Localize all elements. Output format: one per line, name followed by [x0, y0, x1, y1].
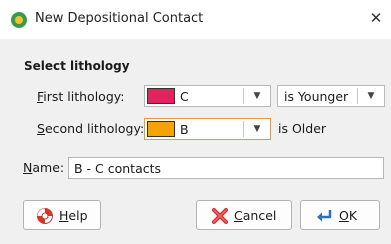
name-field[interactable] — [74, 161, 374, 176]
dialog-body: Select lithology First lithology: C ▼ is… — [0, 39, 391, 244]
first-relation-value: is Younger — [284, 89, 349, 104]
app-icon — [11, 12, 27, 28]
cancel-button-label: Cancel — [234, 208, 277, 223]
second-lithology-label: Second lithology: — [37, 121, 145, 136]
help-button-label: Help — [59, 208, 88, 223]
ok-button-label: OK — [339, 208, 358, 223]
section-heading: Select lithology — [24, 59, 130, 73]
name-label: Name: — [23, 160, 65, 175]
ok-button[interactable]: OK — [300, 200, 380, 230]
return-arrow-icon — [317, 210, 332, 222]
chevron-down-icon[interactable]: ▼ — [358, 86, 384, 106]
second-relation-text: is Older — [278, 121, 327, 136]
cancel-x-icon — [212, 208, 228, 224]
first-lithology-select[interactable]: C ▼ — [144, 85, 271, 107]
chevron-down-icon[interactable]: ▼ — [244, 119, 270, 139]
window-title: New Depositional Contact — [35, 11, 204, 26]
second-lithology-color-swatch — [147, 121, 175, 137]
help-button[interactable]: Help — [23, 200, 101, 230]
first-relation-select[interactable]: is Younger ▼ — [277, 85, 385, 107]
chevron-down-icon[interactable]: ▼ — [244, 86, 270, 106]
help-lifebuoy-icon — [37, 208, 53, 224]
first-lithology-value: C — [180, 89, 189, 104]
title-bar: New Depositional Contact ✕ — [0, 0, 391, 39]
name-field-box[interactable] — [68, 157, 384, 179]
close-button[interactable]: ✕ — [361, 4, 391, 32]
second-lithology-value: B — [180, 122, 189, 137]
first-lithology-color-swatch — [147, 88, 175, 104]
second-lithology-select[interactable]: B ▼ — [144, 118, 271, 140]
cancel-button[interactable]: Cancel — [196, 200, 292, 230]
first-lithology-label: First lithology: — [37, 89, 125, 104]
